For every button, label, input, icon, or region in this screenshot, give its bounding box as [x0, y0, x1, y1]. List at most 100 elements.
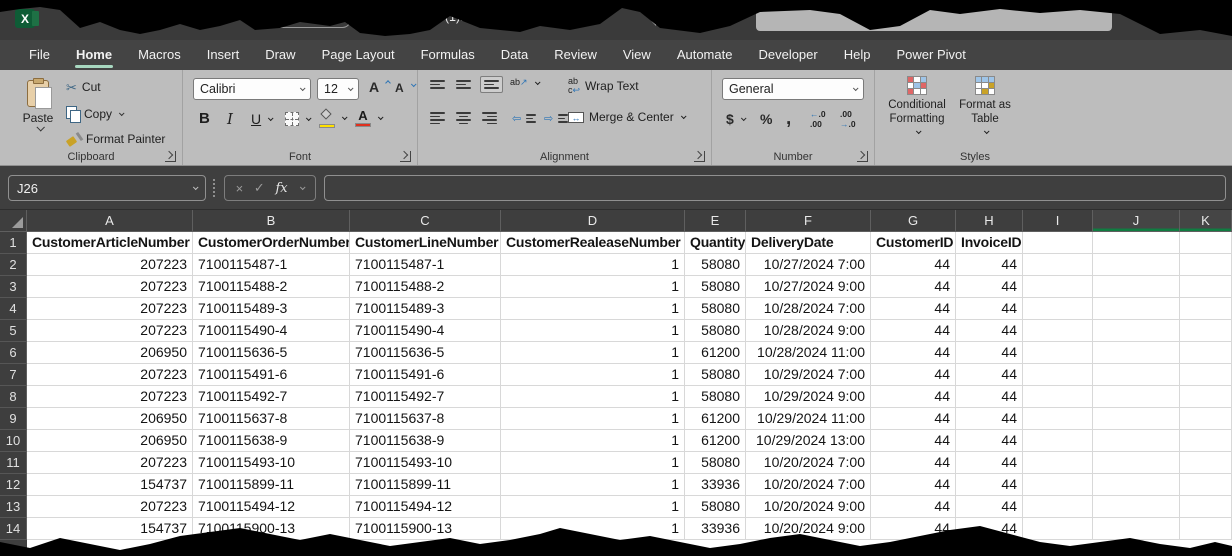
- column-header-B[interactable]: B: [193, 210, 350, 232]
- menu-tab-review[interactable]: Review: [541, 40, 610, 70]
- row-header-14[interactable]: 14: [0, 518, 27, 540]
- cell-H2[interactable]: 44: [956, 254, 1023, 276]
- cell-J8[interactable]: [1093, 386, 1180, 408]
- column-header-D[interactable]: D: [501, 210, 685, 232]
- cell-C11[interactable]: 7100115493-10: [350, 452, 501, 474]
- cell-D2[interactable]: 1: [501, 254, 685, 276]
- cell-E11[interactable]: 58080: [685, 452, 746, 474]
- cell-D14[interactable]: 1: [501, 518, 685, 540]
- cell-F9[interactable]: 10/29/2024 11:00: [746, 408, 871, 430]
- font-color-button[interactable]: A: [355, 109, 382, 122]
- cell-C4[interactable]: 7100115489-3: [350, 298, 501, 320]
- cell-K12[interactable]: [1180, 474, 1232, 496]
- cell-H6[interactable]: 44: [956, 342, 1023, 364]
- increase-decimal-button[interactable]: ←.0.00: [810, 110, 826, 130]
- cell-I7[interactable]: [1023, 364, 1093, 386]
- column-header-J[interactable]: J: [1093, 210, 1180, 232]
- row-header-4[interactable]: 4: [0, 298, 27, 320]
- cell-G7[interactable]: 44: [871, 364, 956, 386]
- menu-tab-data[interactable]: Data: [488, 40, 541, 70]
- number-format-combo[interactable]: General: [722, 78, 864, 100]
- cell-G14[interactable]: 44: [871, 518, 956, 540]
- cell-F7[interactable]: 10/29/2024 7:00: [746, 364, 871, 386]
- cell-H1[interactable]: InvoiceID: [956, 232, 1023, 254]
- align-center-button[interactable]: [456, 112, 471, 124]
- menu-tab-page-layout[interactable]: Page Layout: [309, 40, 408, 70]
- comma-style-button[interactable]: ,: [786, 108, 791, 130]
- cell-A13[interactable]: 207223: [27, 496, 193, 518]
- paste-button[interactable]: Paste: [16, 78, 60, 150]
- cell-A2[interactable]: 207223: [27, 254, 193, 276]
- formula-bar-separator[interactable]: [213, 179, 215, 197]
- cell-D8[interactable]: 1: [501, 386, 685, 408]
- cell-D9[interactable]: 1: [501, 408, 685, 430]
- cell-A14[interactable]: 154737: [27, 518, 193, 540]
- cell-H8[interactable]: 44: [956, 386, 1023, 408]
- copy-button[interactable]: Copy: [66, 106, 123, 121]
- cell-J9[interactable]: [1093, 408, 1180, 430]
- cell-F13[interactable]: 10/20/2024 9:00: [746, 496, 871, 518]
- cell-F3[interactable]: 10/27/2024 9:00: [746, 276, 871, 298]
- cell-E2[interactable]: 58080: [685, 254, 746, 276]
- increase-font-size-button[interactable]: A: [369, 79, 390, 95]
- row-header-1[interactable]: 1: [0, 232, 27, 254]
- increase-indent-button[interactable]: ⇨: [544, 112, 568, 125]
- formula-input[interactable]: [324, 175, 1226, 201]
- cell-K13[interactable]: [1180, 496, 1232, 518]
- borders-button[interactable]: [285, 112, 310, 126]
- cell-A11[interactable]: 207223: [27, 452, 193, 474]
- menu-tab-help[interactable]: Help: [831, 40, 884, 70]
- cell-F11[interactable]: 10/20/2024 7:00: [746, 452, 871, 474]
- cell-D13[interactable]: 1: [501, 496, 685, 518]
- cell-H5[interactable]: 44: [956, 320, 1023, 342]
- cell-I8[interactable]: [1023, 386, 1093, 408]
- cell-B3[interactable]: 7100115488-2: [193, 276, 350, 298]
- cell-I4[interactable]: [1023, 298, 1093, 320]
- cell-D10[interactable]: 1: [501, 430, 685, 452]
- cell-A12[interactable]: 154737: [27, 474, 193, 496]
- cell-C6[interactable]: 7100115636-5: [350, 342, 501, 364]
- cell-J13[interactable]: [1093, 496, 1180, 518]
- column-header-E[interactable]: E: [685, 210, 746, 232]
- cell-A9[interactable]: 206950: [27, 408, 193, 430]
- cancel-icon[interactable]: ×: [236, 181, 244, 196]
- number-dialog-launcher-icon[interactable]: [857, 151, 868, 162]
- cell-K14[interactable]: [1180, 518, 1232, 540]
- cell-D12[interactable]: 1: [501, 474, 685, 496]
- cell-K4[interactable]: [1180, 298, 1232, 320]
- cell-J6[interactable]: [1093, 342, 1180, 364]
- cell-K7[interactable]: [1180, 364, 1232, 386]
- cell-E3[interactable]: 58080: [685, 276, 746, 298]
- cell-H14[interactable]: 44: [956, 518, 1023, 540]
- cell-A8[interactable]: 207223: [27, 386, 193, 408]
- row-header-10[interactable]: 10: [0, 430, 27, 452]
- cell-I6[interactable]: [1023, 342, 1093, 364]
- insert-function-icon[interactable]: fx: [275, 181, 287, 196]
- cell-K10[interactable]: [1180, 430, 1232, 452]
- cell-G8[interactable]: 44: [871, 386, 956, 408]
- cell-C5[interactable]: 7100115490-4: [350, 320, 501, 342]
- cell-E1[interactable]: Quantity: [685, 232, 746, 254]
- cell-C7[interactable]: 7100115491-6: [350, 364, 501, 386]
- excel-app-icon[interactable]: X: [15, 9, 35, 28]
- row-header-11[interactable]: 11: [0, 452, 27, 474]
- cell-G12[interactable]: 44: [871, 474, 956, 496]
- cell-K1[interactable]: [1180, 232, 1232, 254]
- menu-tab-macros[interactable]: Macros: [125, 40, 194, 70]
- cell-D11[interactable]: 1: [501, 452, 685, 474]
- cell-C9[interactable]: 7100115637-8: [350, 408, 501, 430]
- enter-icon[interactable]: ✓: [254, 180, 265, 196]
- cell-E14[interactable]: 33936: [685, 518, 746, 540]
- menu-tab-draw[interactable]: Draw: [252, 40, 308, 70]
- cell-G5[interactable]: 44: [871, 320, 956, 342]
- decrease-decimal-button[interactable]: .00→.0: [840, 110, 856, 130]
- cell-K6[interactable]: [1180, 342, 1232, 364]
- cell-D4[interactable]: 1: [501, 298, 685, 320]
- percent-style-button[interactable]: %: [760, 111, 772, 127]
- cell-H3[interactable]: 44: [956, 276, 1023, 298]
- conditional-formatting-button[interactable]: Conditional Formatting: [884, 76, 950, 134]
- cell-E7[interactable]: 58080: [685, 364, 746, 386]
- cell-D6[interactable]: 1: [501, 342, 685, 364]
- title-dropdown-chevron-icon[interactable]: [648, 12, 658, 30]
- menu-tab-insert[interactable]: Insert: [194, 40, 253, 70]
